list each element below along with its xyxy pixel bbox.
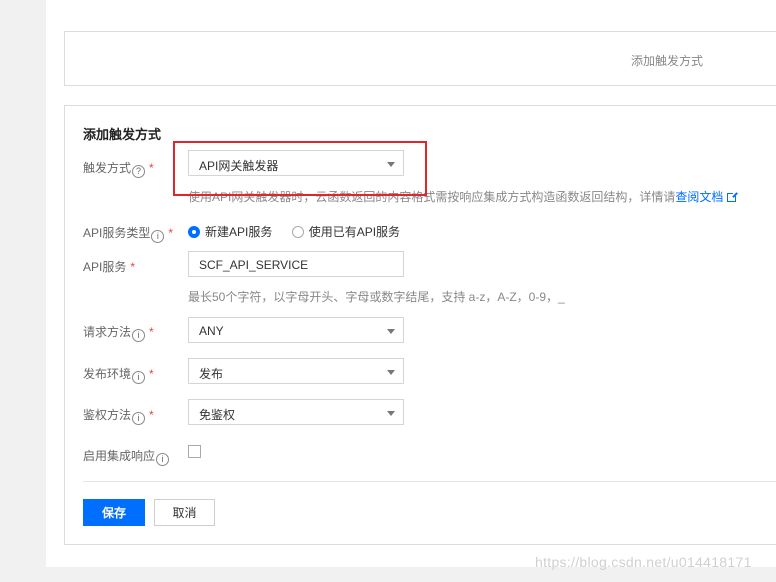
integration-response-label: 启用集成响应 i [83,447,170,466]
info-icon[interactable]: i [132,412,146,425]
api-service-input[interactable]: SCF_API_SERVICE [188,251,404,277]
radio-dot [291,225,304,238]
chevron-down-icon [387,370,395,375]
publish-env-select[interactable]: 发布 [188,358,404,384]
radio-existing-api-service[interactable]: 使用已有API服务 [291,223,400,240]
info-icon[interactable]: i [132,329,146,342]
info-icon[interactable]: i [156,453,170,466]
api-service-type-radio-group: 新建API服务 使用已有API服务 [188,223,416,241]
integration-response-checkbox[interactable] [188,445,201,458]
save-button[interactable]: 保存 [83,499,145,526]
view-docs-link[interactable]: 查阅文档 [675,190,723,204]
info-icon[interactable]: i [151,230,165,243]
api-service-hint: 最长50个字符，以字母开头、字母或数字结尾，支持 a-z，A-Z，0-9，_ [188,290,565,304]
radio-dot [188,225,200,238]
info-icon[interactable]: i [132,371,146,384]
publish-env-label: 发布环境 i * [83,367,154,384]
cancel-button[interactable]: 取消 [154,499,215,526]
auth-method-label: 鉴权方法 i * [83,408,154,425]
auth-method-select[interactable]: 免鉴权 [188,399,404,425]
top-card: 添加触发方式 [64,31,776,86]
watermark: https://blog.csdn.net/u014418171 [535,554,752,570]
highlight-box [173,141,427,196]
external-link-icon [727,191,739,202]
api-service-label: API服务 * [83,260,136,274]
chevron-down-icon [387,329,395,334]
trigger-type-label: 触发方式? * [83,161,154,178]
form-title: 添加触发方式 [83,127,162,142]
add-trigger-link[interactable]: 添加触发方式 [631,52,703,69]
question-circle-icon[interactable]: ? [132,165,146,178]
form-divider [83,481,776,482]
api-service-type-label: API服务类型 i * [83,226,174,243]
request-method-label: 请求方法 i * [83,325,154,342]
request-method-select[interactable]: ANY [188,317,404,343]
radio-new-api-service[interactable]: 新建API服务 [188,223,272,240]
chevron-down-icon [387,411,395,416]
